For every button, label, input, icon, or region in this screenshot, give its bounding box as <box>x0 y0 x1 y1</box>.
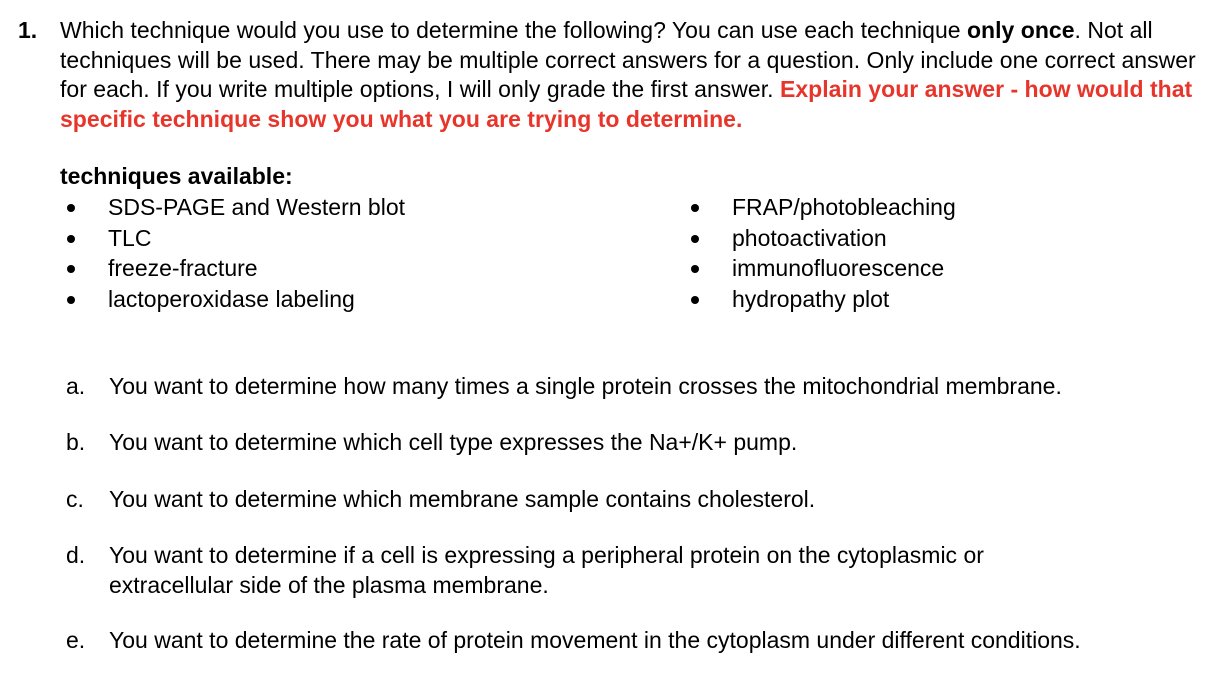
bullet-icon <box>67 234 75 243</box>
question-number: 1. <box>18 17 38 43</box>
sub-question-letter: d. <box>66 542 86 568</box>
sub-question-text: You want to determine the rate of protei… <box>109 627 1081 653</box>
technique-label: SDS-PAGE and Western blot <box>108 194 406 220</box>
bullet-icon <box>691 234 699 243</box>
sub-question-text: You want to determine which cell type ex… <box>109 429 798 455</box>
instructions-emphasis: only once <box>966 17 1075 43</box>
instructions-text: Which technique would you use to determi… <box>60 17 967 43</box>
bullet-icon <box>691 296 699 305</box>
technique-label: photoactivation <box>732 224 887 251</box>
document-page: 1. Which technique would you use to dete… <box>0 0 1226 694</box>
technique-label: freeze-fracture <box>108 255 258 282</box>
technique-label: hydropathy plot <box>732 286 890 313</box>
technique-label: TLC <box>108 224 152 251</box>
question-instructions: Which technique would you use to determi… <box>60 16 1210 134</box>
bullet-icon <box>691 265 699 274</box>
sub-question-letter: c. <box>66 486 84 512</box>
bullet-icon <box>67 204 75 212</box>
techniques-heading: techniques available: <box>60 163 293 189</box>
sub-question-letter: a. <box>66 373 86 399</box>
bullet-icon <box>67 296 75 305</box>
technique-label: immunofluorescence <box>732 255 945 282</box>
technique-label: lactoperoxidase labeling <box>108 286 355 313</box>
bullet-icon <box>691 204 699 212</box>
sub-question-text: You want to determine which membrane sam… <box>109 486 816 512</box>
sub-question-letter: e. <box>66 627 86 653</box>
technique-label: FRAP/photobleaching <box>732 194 956 220</box>
sub-question-text: You want to determine how many times a s… <box>109 373 1062 399</box>
sub-question-text: You want to determine if a cell is expre… <box>109 542 984 598</box>
sub-question-letter: b. <box>66 429 86 455</box>
bullet-icon <box>67 265 75 274</box>
